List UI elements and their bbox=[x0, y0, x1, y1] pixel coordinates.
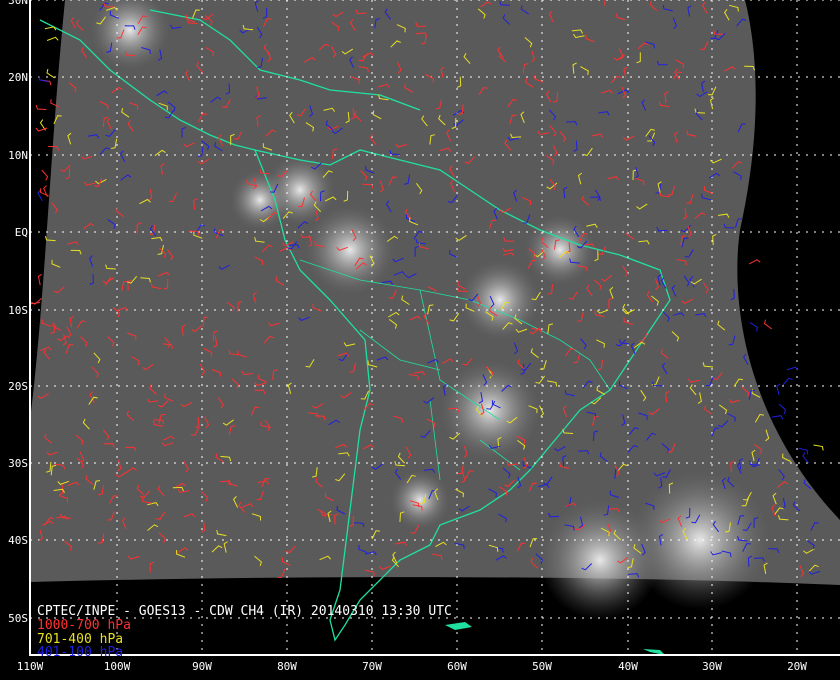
wind-barb bbox=[778, 403, 787, 414]
lat-label: 30N bbox=[8, 0, 28, 7]
wind-barb bbox=[798, 447, 809, 455]
lon-label: 20W bbox=[787, 660, 807, 673]
wind-barb bbox=[37, 273, 42, 286]
wind-barb bbox=[46, 68, 55, 79]
cloud bbox=[230, 170, 290, 230]
lat-label: 10S bbox=[8, 304, 28, 317]
wind-barb bbox=[749, 322, 758, 332]
wind-barb bbox=[776, 383, 781, 396]
wind-barb bbox=[35, 105, 47, 110]
wind-barb bbox=[782, 377, 793, 386]
lon-label: 70W bbox=[362, 660, 382, 673]
falkland-islands bbox=[445, 622, 472, 630]
lon-label: 50W bbox=[532, 660, 552, 673]
lon-label: 90W bbox=[192, 660, 212, 673]
cloud bbox=[460, 260, 540, 340]
lat-label: 40S bbox=[8, 534, 28, 547]
lat-label: 10N bbox=[8, 149, 28, 162]
wind-barb bbox=[786, 366, 799, 371]
cloud bbox=[540, 500, 660, 620]
wind-barb bbox=[44, 26, 57, 31]
legend-high-level: 401-100 hPa bbox=[37, 645, 124, 660]
wind-barb bbox=[763, 319, 773, 330]
lon-label: 110W bbox=[16, 660, 44, 673]
lon-label: 40W bbox=[618, 660, 638, 673]
map-title: CPTEC/INPE - GOES13 - CDW CH4 (IR) 20140… bbox=[37, 604, 452, 619]
cloud bbox=[440, 360, 540, 460]
lon-label: 100W bbox=[103, 660, 131, 673]
lon-label: 30W bbox=[702, 660, 722, 673]
wind-barb bbox=[771, 415, 784, 420]
legend-low-level: 1000-700 hPa bbox=[37, 618, 131, 633]
map-canvas bbox=[28, 0, 840, 656]
lat-label: 50S bbox=[8, 612, 28, 625]
wind-barb bbox=[46, 36, 59, 41]
wind-barb bbox=[748, 259, 761, 265]
wind-barb bbox=[41, 169, 49, 181]
cloud bbox=[525, 215, 595, 285]
wind-barb bbox=[813, 444, 824, 451]
lat-label: 30S bbox=[8, 457, 28, 470]
lat-label: 20N bbox=[8, 71, 28, 84]
cloud bbox=[390, 470, 450, 530]
satellite-wind-map: 30N 20N 10N EQ 10S 20S 30S 40S 50S 110W 100W 90W 80… bbox=[0, 0, 840, 680]
lon-label: 80W bbox=[277, 660, 297, 673]
lat-label: 20S bbox=[8, 380, 28, 393]
lon-label: 60W bbox=[447, 660, 467, 673]
lat-label: EQ bbox=[14, 226, 28, 239]
